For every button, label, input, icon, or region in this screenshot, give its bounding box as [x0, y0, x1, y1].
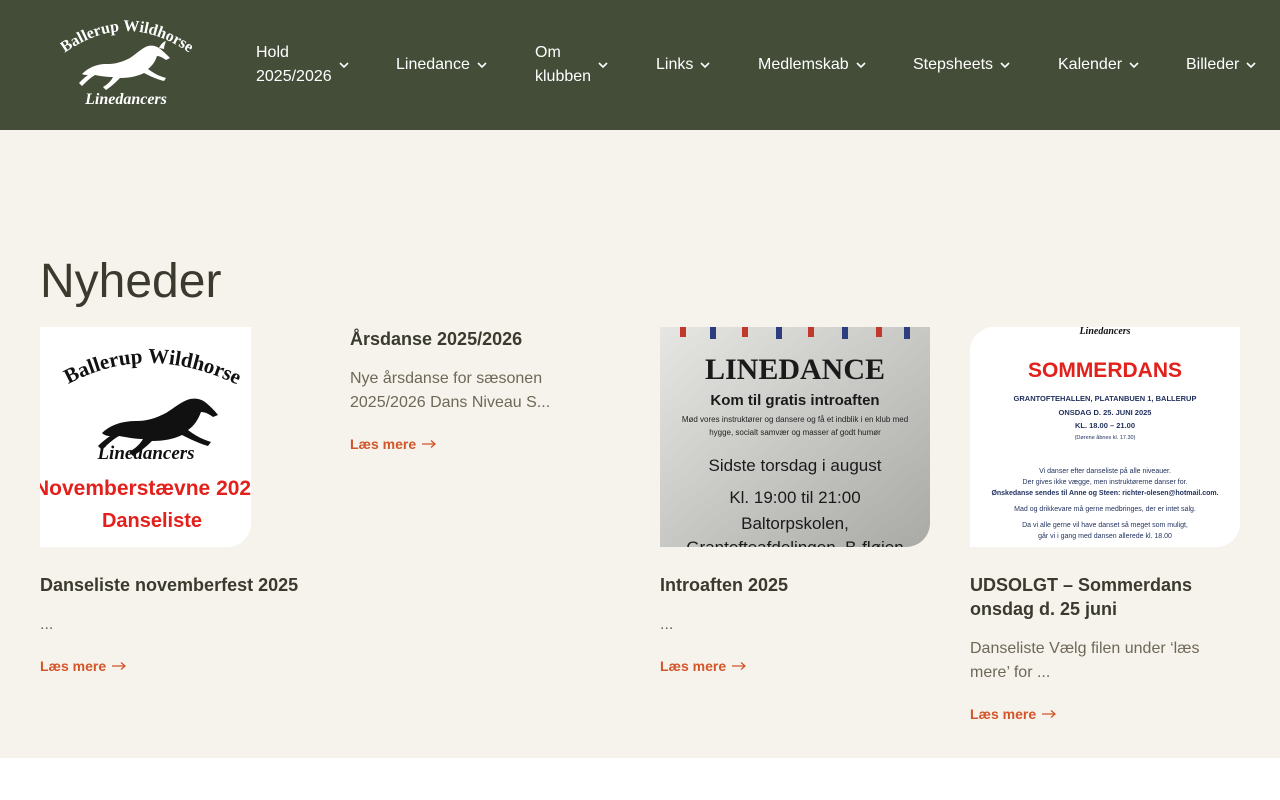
poster-text-3: Novemberstævne 202 [40, 477, 251, 500]
nav-label: Linedance [396, 56, 470, 73]
poster-text-4: hygge, socialt samvær og masser af godt … [709, 428, 881, 437]
poster-text-9: Ønskedanse sendes til Anne og Steen: ric… [991, 490, 1218, 497]
poster-text-5: Sidste torsdag i august [709, 456, 882, 475]
nav-item-medlemskab[interactable]: Medlemskab [758, 0, 867, 130]
chevron-down-icon [700, 62, 710, 69]
nav-label-line1: Om [535, 44, 561, 61]
chevron-down-icon [1246, 62, 1256, 69]
nav-label: Links [656, 56, 694, 73]
news-card-title[interactable]: UDSOLGT – Sommerdans onsdag d. 25 juni [970, 573, 1240, 621]
poster-text-1: LINEDANCE [705, 353, 885, 386]
introaften-poster-image: LINEDANCE Kom til gratis introaften Mød … [660, 327, 930, 547]
nav-label-line2: klubben [535, 68, 592, 85]
news-card-danseliste: Ballerup Wildhorse Linedancers Novembers… [40, 327, 312, 676]
poster-text-6: Kl. 19:00 til 21:00 [729, 488, 860, 507]
poster-text-10: Mad og drikkevare må gerne medbringes, d… [1014, 505, 1196, 513]
arrow-right-icon [112, 662, 127, 670]
poster-text-12: går vi i gang med dansen allerede kl. 18… [1038, 532, 1172, 540]
chevron-down-icon [856, 62, 866, 69]
poster-text-2: Kom til gratis introaften [710, 392, 879, 409]
nav-label-line1: Hold [256, 44, 289, 61]
news-card-title[interactable]: Årsdanse 2025/2026 [350, 327, 622, 351]
news-section: Nyheder Ballerup Wildhorse Linedancers N… [0, 130, 1280, 758]
chevron-down-icon [477, 62, 487, 69]
read-more-label: Læs mere [40, 658, 107, 674]
read-more-link[interactable]: Læs mere [970, 706, 1057, 722]
nav-item-linedance[interactable]: Linedance [396, 0, 488, 130]
chevron-down-icon [598, 62, 608, 69]
news-card-introaften: LINEDANCE Kom til gratis introaften Mød … [660, 327, 930, 676]
poster-text-7: Baltorpskolen, [741, 514, 849, 533]
main-nav: Hold 2025/2026 Linedance Om klubben Link… [0, 0, 1280, 130]
page-title: Nyheder [40, 255, 222, 308]
poster-text-8: Grantofteafdelingen, B-fløjen [686, 538, 903, 547]
chevron-down-icon [1000, 62, 1010, 69]
read-more-label: Læs mere [350, 436, 417, 452]
news-card-sommerdans: Linedancers SOMMERDANS GRANTOFTEHALLEN, … [970, 327, 1240, 724]
poster-text-4: Danseliste [102, 510, 202, 532]
news-card-excerpt: Nye årsdanse for sæsonen 2025/2026 Dans … [350, 370, 551, 411]
poster-text-2: SOMMERDANS [1028, 359, 1182, 382]
poster-text-2: Linedancers [96, 443, 194, 464]
nav-item-billeder[interactable]: Billeder [1186, 0, 1257, 130]
chevron-down-icon [339, 62, 349, 69]
nav-item-links[interactable]: Links [656, 0, 711, 130]
nav-label: Medlemskab [758, 56, 849, 73]
poster-text-11: Da vi alle gerne vil have danset så mege… [1022, 521, 1188, 529]
nav-item-om-klubben[interactable]: Om klubben [535, 0, 609, 130]
news-card-image[interactable]: LINEDANCE Kom til gratis introaften Mød … [660, 327, 930, 547]
danseliste-poster-image: Ballerup Wildhorse Linedancers Novembers… [40, 327, 251, 547]
news-card-excerpt: ... [40, 616, 54, 633]
poster-text-4: ONSDAG D. 25. JUNI 2025 [1059, 408, 1152, 417]
poster-text-3: GRANTOFTEHALLEN, PLATANBUEN 1, BALLERUP [1014, 394, 1197, 403]
nav-label: Kalender [1058, 56, 1123, 73]
news-card-title[interactable]: Danseliste novemberfest 2025 [40, 573, 312, 597]
read-more-link[interactable]: Læs mere [660, 658, 747, 674]
news-card-image[interactable]: Linedancers SOMMERDANS GRANTOFTEHALLEN, … [970, 327, 1240, 547]
sommerdans-poster-image: Linedancers SOMMERDANS GRANTOFTEHALLEN, … [970, 327, 1240, 547]
nav-label: Stepsheets [913, 56, 994, 73]
nav-label-line2: 2025/2026 [256, 68, 332, 85]
nav-label: Hold 2025/2026 [256, 41, 332, 89]
news-card-image[interactable]: Ballerup Wildhorse Linedancers Novembers… [40, 327, 251, 547]
read-more-label: Læs mere [970, 706, 1037, 722]
news-card-excerpt: Danseliste Vælg filen under ‘læs mere’ f… [970, 640, 1200, 681]
site-header: Ballerup Wildhorse Linedancers Hold 2025… [0, 0, 1280, 130]
read-more-link[interactable]: Læs mere [40, 658, 127, 674]
chevron-down-icon [1129, 62, 1139, 69]
poster-text-5: KL. 18.00 – 21.00 [1075, 421, 1135, 430]
news-card-title[interactable]: Introaften 2025 [660, 573, 930, 597]
nav-label: Om klubben [535, 41, 591, 89]
poster-text-8: Der gives ikke vægge, men instruktørerne… [1023, 479, 1188, 486]
news-card-excerpt: ... [660, 616, 674, 633]
poster-text-6: (Dørene åbnes kl. 17.30) [1075, 434, 1136, 441]
nav-item-stepsheets[interactable]: Stepsheets [913, 0, 1011, 130]
read-more-label: Læs mere [660, 658, 727, 674]
poster-text-1: Linedancers [1078, 327, 1130, 337]
poster-text-7: Vi danser efter danseliste på alle nivea… [1039, 467, 1171, 475]
arrow-right-icon [422, 440, 437, 448]
nav-item-kalender[interactable]: Kalender [1058, 0, 1140, 130]
nav-label: Billeder [1186, 56, 1240, 73]
arrow-right-icon [1042, 710, 1057, 718]
arrow-right-icon [732, 662, 747, 670]
nav-item-hold[interactable]: Hold 2025/2026 [256, 0, 350, 130]
poster-text-3: Mød vores instruktører og dansere og få … [682, 415, 908, 424]
news-card-arsdanse: Årsdanse 2025/2026 Nye årsdanse for sæso… [350, 327, 622, 454]
read-more-link[interactable]: Læs mere [350, 436, 437, 452]
